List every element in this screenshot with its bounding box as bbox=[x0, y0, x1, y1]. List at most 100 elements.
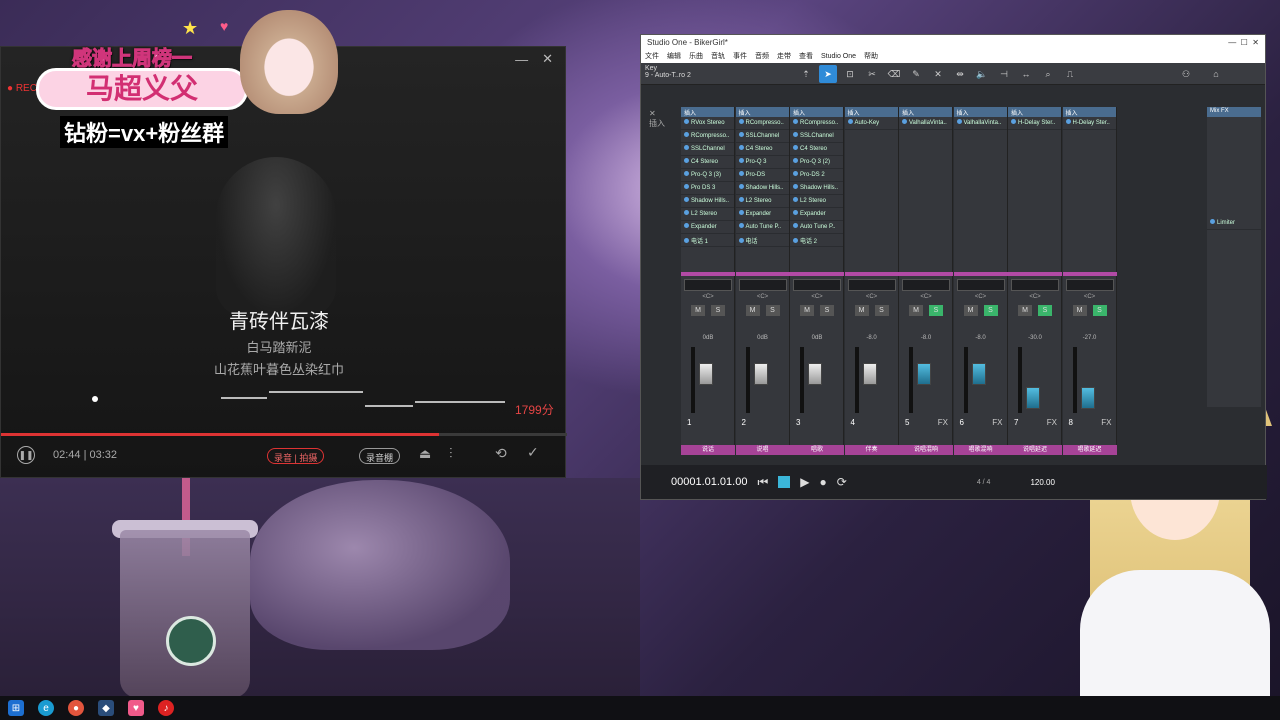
channel-name[interactable]: 说唱 bbox=[735, 445, 790, 455]
channel-name[interactable]: 伴奏 bbox=[844, 445, 899, 455]
channel-name[interactable]: 唱歌混响 bbox=[953, 445, 1008, 455]
insert-slot[interactable]: C4 Stereo bbox=[735, 143, 789, 156]
menu-file[interactable]: 文件 bbox=[645, 51, 659, 61]
insert-slot[interactable]: 电话 2 bbox=[790, 234, 843, 247]
mixer-icon[interactable]: ⫶ bbox=[449, 445, 453, 462]
insert-slot[interactable]: SSLChannel bbox=[790, 130, 843, 143]
menu-view[interactable]: 查看 bbox=[799, 51, 813, 61]
eraser-icon[interactable]: ⌫ bbox=[885, 65, 903, 83]
insert-slot[interactable]: RVox Stereo bbox=[681, 117, 734, 130]
insert-slot[interactable]: Auto Tune P.. bbox=[735, 221, 789, 234]
insert-header[interactable]: 插入 bbox=[1008, 107, 1061, 117]
split-tool-icon[interactable]: ✂ bbox=[863, 65, 881, 83]
record-icon[interactable]: ● bbox=[820, 475, 827, 489]
window-controls[interactable]: — ☐ ✕ bbox=[1228, 38, 1259, 47]
insert-slot[interactable]: Pro DS 3 bbox=[681, 182, 734, 195]
insert-slot[interactable]: Expander bbox=[681, 221, 734, 234]
mute-button[interactable]: M bbox=[909, 305, 923, 316]
insert-slot[interactable]: C4 Stereo bbox=[790, 143, 843, 156]
insert-slot[interactable]: 电话 1 bbox=[681, 234, 734, 247]
studio-one-icon[interactable]: ◆ bbox=[98, 700, 114, 716]
volume-fader[interactable] bbox=[971, 363, 986, 385]
mute-button[interactable]: M bbox=[691, 305, 705, 316]
insert-slot[interactable]: ValhallaVinta.. bbox=[953, 117, 1007, 130]
menu-transport[interactable]: 走带 bbox=[777, 51, 791, 61]
solo-button[interactable]: S bbox=[765, 305, 780, 316]
play-icon[interactable]: ▶ bbox=[800, 475, 809, 489]
insert-header[interactable]: 插入 bbox=[681, 107, 734, 117]
solo-button[interactable]: S bbox=[874, 305, 889, 316]
mute-button[interactable]: M bbox=[745, 305, 760, 316]
listen-icon[interactable]: 🔈 bbox=[973, 65, 991, 83]
insert-header[interactable]: 插入 bbox=[899, 107, 952, 117]
channel-name[interactable]: 说唱延迟 bbox=[1008, 445, 1062, 455]
studio-button[interactable]: 录音棚 bbox=[359, 448, 401, 464]
insert-slot[interactable]: Pro-DS 2 bbox=[790, 169, 843, 182]
insert-slot[interactable]: Pro-Q 3 (2) bbox=[790, 156, 843, 169]
volume-fader[interactable] bbox=[699, 363, 713, 385]
mute-button[interactable]: M bbox=[1018, 305, 1032, 316]
insert-slot[interactable]: H-Delay Ster.. bbox=[1008, 117, 1061, 130]
pan-control[interactable]: <C> bbox=[736, 294, 790, 300]
menu-event[interactable]: 事件 bbox=[733, 51, 747, 61]
insert-slot[interactable]: L2 Stereo bbox=[735, 195, 789, 208]
menu-help[interactable]: 帮助 bbox=[864, 51, 878, 61]
music-app-icon[interactable]: ♪ bbox=[158, 700, 174, 716]
close-button[interactable]: ✕ bbox=[542, 51, 553, 67]
insert-slot[interactable]: Pro-DS bbox=[735, 169, 789, 182]
pan-control[interactable]: <C> bbox=[681, 294, 735, 300]
solo-button[interactable]: S bbox=[1038, 305, 1052, 316]
insert-header[interactable]: 插入 bbox=[790, 107, 843, 117]
mute-button[interactable]: M bbox=[800, 305, 814, 316]
insert-slot[interactable]: RCompresso.. bbox=[790, 117, 843, 130]
insert-header[interactable]: 插入 bbox=[953, 107, 1007, 117]
quantize-icon[interactable]: ↔ bbox=[1017, 65, 1035, 83]
insert-slot[interactable]: 电话 bbox=[735, 234, 789, 247]
solo-button[interactable]: S bbox=[929, 305, 943, 316]
volume-fader[interactable] bbox=[1026, 387, 1040, 409]
solo-button[interactable]: S bbox=[711, 305, 725, 316]
channel-name[interactable]: 说话 bbox=[681, 445, 735, 455]
pencil-icon[interactable]: ✎ bbox=[907, 65, 925, 83]
home-icon[interactable]: ⌂ bbox=[1207, 65, 1225, 83]
karaoke-app-icon[interactable]: ♥ bbox=[128, 700, 144, 716]
mute-button[interactable]: M bbox=[1072, 305, 1087, 316]
mute-button[interactable]: M bbox=[854, 305, 869, 316]
loop-icon[interactable]: ⟲ bbox=[495, 445, 507, 462]
range-tool-icon[interactable]: ⊡ bbox=[841, 65, 859, 83]
pan-control[interactable]: <C> bbox=[954, 294, 1008, 300]
select-arrow-icon[interactable]: ⇡ bbox=[797, 65, 815, 83]
menu-edit[interactable]: 编辑 bbox=[667, 51, 681, 61]
insert-slot[interactable]: RCompresso.. bbox=[681, 130, 734, 143]
insert-slot[interactable]: H-Delay Ster.. bbox=[1062, 117, 1116, 130]
metronome-icon[interactable]: ⎍ bbox=[1061, 65, 1079, 83]
pan-control[interactable]: <C> bbox=[1008, 294, 1062, 300]
solo-button[interactable]: S bbox=[983, 305, 998, 316]
windows-start-icon[interactable]: ⊞ bbox=[8, 700, 24, 716]
snap-icon[interactable]: ⊣ bbox=[995, 65, 1013, 83]
insert-slot[interactable]: L2 Stereo bbox=[681, 208, 734, 221]
close-icon[interactable]: ✕ bbox=[649, 109, 677, 118]
menu-song[interactable]: 乐曲 bbox=[689, 51, 703, 61]
bend-tool-icon[interactable]: ⇹ bbox=[951, 65, 969, 83]
menu-track[interactable]: 音轨 bbox=[711, 51, 725, 61]
minimize-button[interactable]: — bbox=[515, 52, 528, 67]
insert-header[interactable]: 插入 bbox=[735, 107, 789, 117]
insert-header[interactable]: 插入 bbox=[1062, 107, 1116, 117]
zoom-icon[interactable]: ⌕ bbox=[1039, 65, 1057, 83]
pause-icon[interactable]: ❚❚ bbox=[17, 446, 35, 464]
insert-slot[interactable]: Pro-Q 3 (3) bbox=[681, 169, 734, 182]
volume-fader[interactable] bbox=[808, 363, 822, 385]
solo-button[interactable]: S bbox=[820, 305, 834, 316]
mute-button[interactable]: M bbox=[963, 305, 978, 316]
insert-slot[interactable]: ValhallaVinta.. bbox=[899, 117, 952, 130]
insert-toggle[interactable]: 插入 bbox=[649, 118, 677, 129]
volume-fader[interactable] bbox=[753, 363, 768, 385]
insert-slot[interactable]: SSLChannel bbox=[681, 143, 734, 156]
insert-header[interactable]: 插入 bbox=[844, 107, 898, 117]
pan-control[interactable]: <C> bbox=[790, 294, 844, 300]
insert-slot[interactable]: RCompresso.. bbox=[735, 117, 789, 130]
edge-browser-icon[interactable]: e bbox=[38, 700, 54, 716]
volume-fader[interactable] bbox=[862, 363, 877, 385]
insert-slot[interactable]: Auto Tune P.. bbox=[790, 221, 843, 234]
